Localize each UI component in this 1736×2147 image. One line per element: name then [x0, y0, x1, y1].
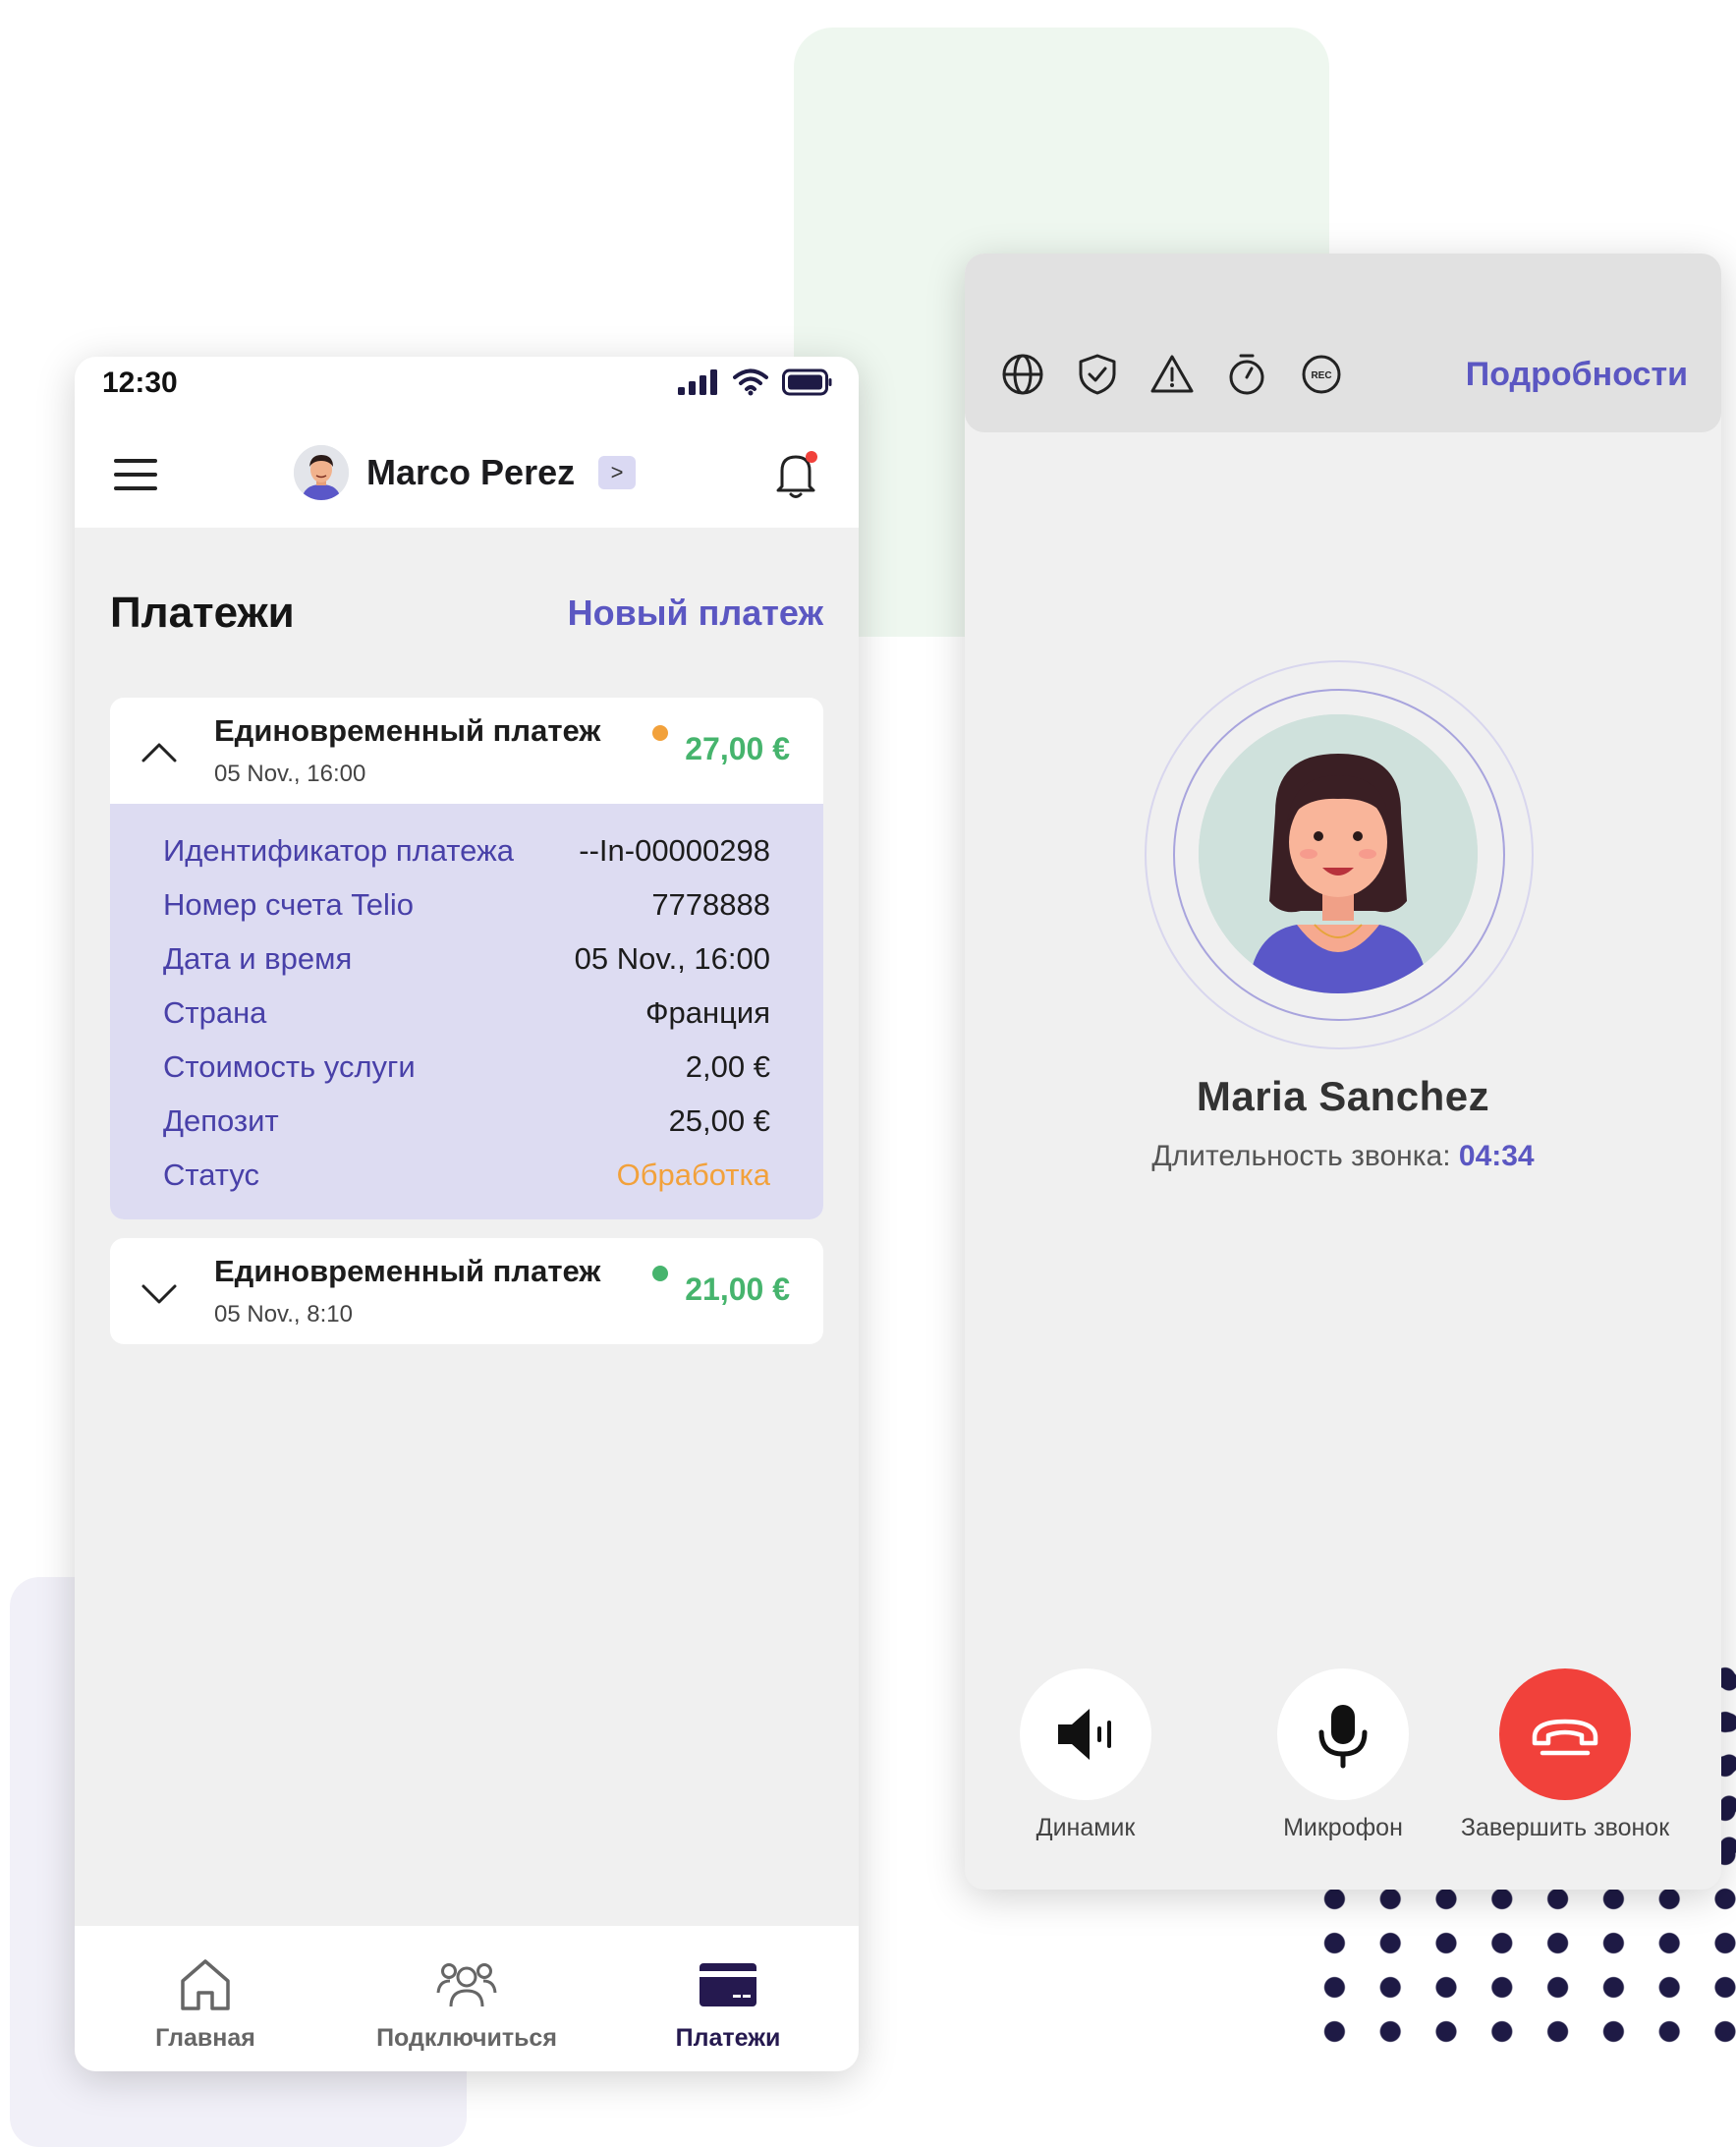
payment-details: Идентификатор платежа --In-00000298 Номе…: [110, 804, 823, 1219]
nav-item-payments[interactable]: Платежи: [600, 1926, 856, 2053]
nav-label: Платежи: [675, 2024, 781, 2052]
payments-phone-screen: 12:30 Marco Perez > Платежи Новый платеж…: [75, 357, 859, 2071]
rec-label: REC: [1311, 370, 1331, 381]
user-switcher[interactable]: Marco Perez >: [294, 445, 637, 500]
microphone-icon: [1318, 1705, 1368, 1769]
warning-icon[interactable]: [1149, 352, 1195, 397]
detail-key: Дата и время: [163, 940, 353, 976]
microphone-button[interactable]: [1277, 1668, 1409, 1800]
detail-row-country: Страна Франция: [163, 986, 770, 1040]
speaker-button[interactable]: [1020, 1668, 1151, 1800]
stopwatch-icon[interactable]: [1224, 352, 1269, 397]
payment-card-header[interactable]: Единовременный платеж 05 Nov., 8:10 21,0…: [110, 1238, 823, 1344]
detail-row-datetime: Дата и время 05 Nov., 16:00: [163, 932, 770, 986]
status-time: 12:30: [102, 367, 178, 399]
decorative-dot-column: [1719, 1661, 1736, 1877]
detail-row-service-cost: Стоимость услуги 2,00 €: [163, 1040, 770, 1094]
chevron-up-icon[interactable]: [140, 733, 179, 772]
detail-key: Депозит: [163, 1102, 279, 1138]
detail-row-status: Статус Обработка: [163, 1148, 770, 1202]
payment-amount: 21,00 €: [685, 1271, 790, 1307]
home-icon: [181, 1959, 230, 2010]
detail-value: 25,00 €: [668, 1102, 770, 1138]
detail-key: Статус: [163, 1157, 259, 1192]
detail-row-deposit: Депозит 25,00 €: [163, 1094, 770, 1148]
payment-card-header[interactable]: Единовременный платеж 05 Nov., 16:00 27,…: [110, 698, 823, 804]
nav-label: Подключиться: [376, 2024, 557, 2052]
detail-value: 05 Nov., 16:00: [574, 940, 770, 976]
payment-card-expanded: Единовременный платеж 05 Nov., 16:00 27,…: [110, 698, 823, 1219]
call-toolbar: REC Подробности: [965, 254, 1721, 432]
status-dot-processing: [652, 725, 668, 741]
detail-key: Страна: [163, 994, 267, 1030]
payment-date: 05 Nov., 16:00: [214, 761, 366, 787]
app-bar: Marco Perez >: [75, 425, 859, 524]
detail-key: Идентификатор платежа: [163, 832, 514, 868]
signal-icon: [678, 369, 717, 395]
nav-item-home[interactable]: Главная: [78, 1926, 333, 2053]
detail-row-payment-id: Идентификатор платежа --In-00000298: [163, 823, 770, 877]
payment-title: Единовременный платеж: [214, 713, 601, 748]
new-payment-link[interactable]: Новый платеж: [568, 593, 823, 634]
details-link[interactable]: Подробности: [1466, 356, 1688, 394]
shield-icon[interactable]: [1075, 352, 1120, 397]
battery-icon: [782, 368, 832, 396]
status-dot-completed: [652, 1266, 668, 1281]
page-title: Платежи: [110, 589, 295, 637]
user-name: Marco Perez: [366, 452, 576, 492]
nav-label: Главная: [155, 2024, 255, 2052]
detail-value: --In-00000298: [579, 832, 770, 868]
detail-value: Франция: [644, 994, 770, 1030]
call-duration-label: Длительность звонка:: [1151, 1140, 1451, 1172]
call-toolbar-icons: REC: [1000, 352, 1344, 397]
speaker-icon: [1058, 1709, 1111, 1760]
microphone-label: Микрофон: [1283, 1814, 1403, 1841]
chevron-down-icon[interactable]: [140, 1273, 179, 1313]
call-duration: Длительность звонка: 04:34: [965, 1140, 1721, 1173]
card-icon: [700, 1963, 756, 2006]
people-icon: [436, 1963, 497, 2007]
notification-bell-icon[interactable]: [772, 449, 819, 500]
call-duration-value: 04:34: [1458, 1140, 1535, 1172]
detail-value: 2,00 €: [685, 1048, 770, 1084]
bottom-navigation: Главная Подключиться Платежи: [75, 1926, 859, 2071]
avatar: [294, 445, 349, 500]
call-screen: REC Подробности Maria Sanchez Длительнос…: [965, 254, 1721, 1890]
payment-card-collapsed[interactable]: Единовременный платеж 05 Nov., 8:10 21,0…: [110, 1238, 823, 1344]
caller-avatar: [1199, 714, 1478, 993]
speaker-label: Динамик: [1036, 1814, 1136, 1841]
end-call-button[interactable]: [1499, 1668, 1631, 1800]
detail-row-account-number: Номер счета Telio 7778888: [163, 877, 770, 932]
payment-title: Единовременный платеж: [214, 1254, 601, 1288]
end-call-icon: [1532, 1719, 1598, 1756]
status-badge: Обработка: [616, 1157, 770, 1192]
status-icons: [678, 368, 833, 396]
end-call-label: Завершить звонок: [1460, 1814, 1670, 1841]
nav-item-connect[interactable]: Подключиться: [339, 1926, 594, 2053]
detail-key: Стоимость услуги: [163, 1048, 416, 1084]
caller-name: Maria Sanchez: [1196, 1073, 1490, 1119]
wifi-icon: [733, 368, 768, 396]
rec-icon[interactable]: REC: [1299, 352, 1344, 397]
payment-amount: 27,00 €: [685, 731, 790, 766]
chevron-right-icon[interactable]: >: [598, 456, 637, 489]
top-bar: 12:30 Marco Perez >: [75, 357, 859, 528]
menu-icon[interactable]: [114, 459, 157, 492]
detail-key: Номер счета Telio: [163, 886, 415, 922]
detail-value: 7778888: [651, 886, 770, 922]
globe-icon[interactable]: [1000, 352, 1045, 397]
payment-date: 05 Nov., 8:10: [214, 1301, 353, 1328]
